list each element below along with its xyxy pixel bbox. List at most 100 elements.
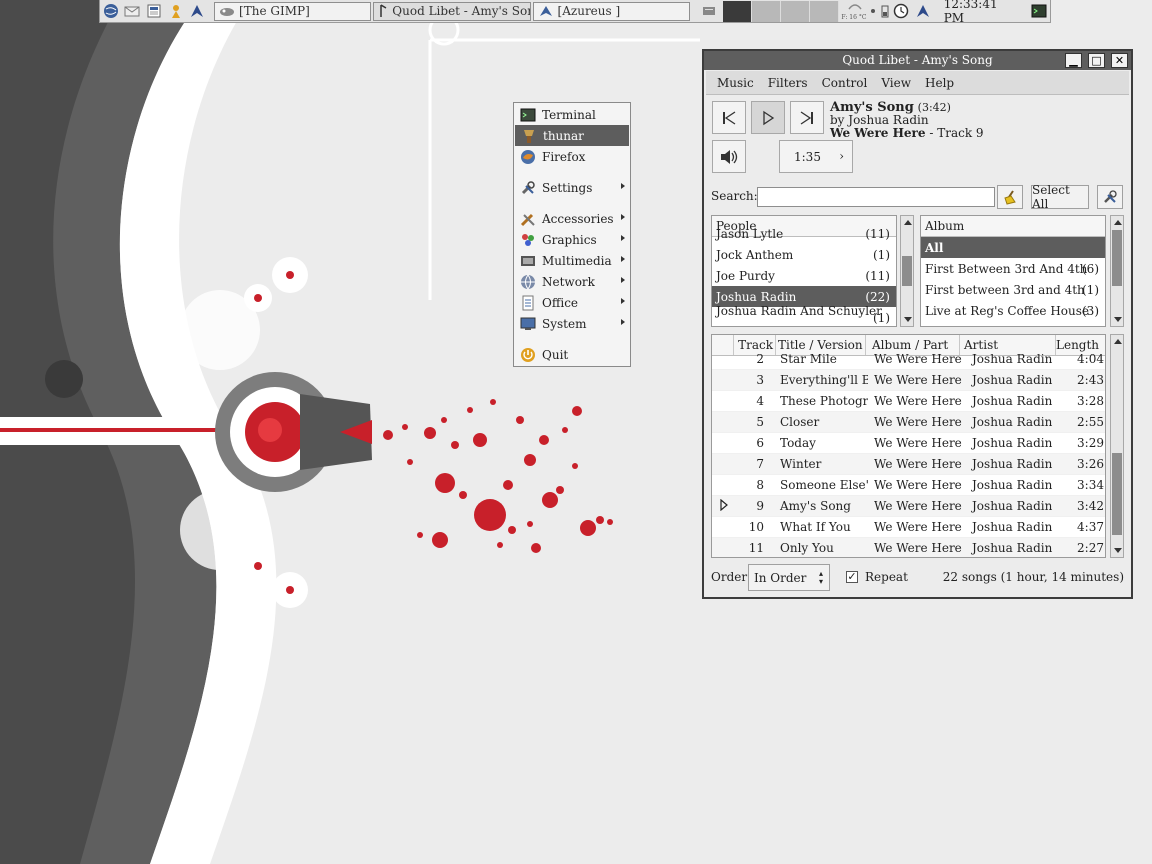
workspace-pager[interactable] [723, 0, 840, 22]
menu-control[interactable]: Control [822, 76, 868, 90]
previous-button[interactable] [712, 101, 746, 134]
menu-item-system[interactable]: System [514, 313, 630, 334]
volume-button[interactable] [712, 140, 746, 173]
close-button[interactable]: ✕ [1111, 53, 1128, 68]
menu-item-label: Accessories [542, 211, 614, 226]
table-row[interactable]: 8 Someone Else'... We Were Here Joshua Radi… [712, 475, 1105, 496]
minimize-button[interactable]: ▁ [1065, 53, 1082, 68]
tray-clock-app[interactable] [891, 0, 913, 22]
track-title: What If You [780, 520, 851, 534]
messenger-launcher[interactable] [165, 0, 187, 22]
firefox-icon [521, 149, 535, 164]
table-row[interactable]: 11 Only You We Were Here Joshua Radin 2:27 [712, 538, 1105, 557]
spinner-arrows-icon: ▴ ▾ [818, 569, 823, 586]
person-name: Jason Lytle [716, 226, 784, 241]
menu-item-office[interactable]: Office [514, 292, 630, 313]
web-browser-launcher[interactable] [100, 0, 122, 22]
table-row[interactable]: 7 Winter We Were Here Joshua Radin 3:26 [712, 454, 1105, 475]
menu-item-settings[interactable]: Settings [514, 177, 630, 198]
cpu-temp-label: F: 16 °C [841, 14, 867, 21]
list-item[interactable]: Joe Purdy (11) [712, 265, 896, 286]
task-gimp[interactable]: [The GIMP] [214, 1, 372, 21]
play-button[interactable] [751, 101, 785, 134]
list-item[interactable]: Live at Reg's Coffee House (3) [921, 300, 1105, 321]
table-row-playing[interactable]: 9 Amy's Song We Were Here Joshua Radin 3:42 [712, 496, 1105, 517]
repeat-label[interactable]: Repeat [865, 570, 908, 584]
album-column-header[interactable]: Album [921, 216, 1105, 237]
menu-view[interactable]: View [881, 76, 911, 90]
workspace-1[interactable] [723, 0, 753, 22]
table-row[interactable]: 2 Star Mile We Were Here Joshua Radin 4:04 [712, 349, 1105, 370]
position-button[interactable]: 1:35 › [779, 140, 853, 173]
gimp-icon [220, 8, 235, 16]
window-titlebar[interactable]: Quod Libet - Amy's Song ▁ □ ✕ [704, 51, 1131, 70]
track-length: 3:29 [1077, 436, 1104, 450]
tray-azureus[interactable] [912, 0, 934, 22]
track-title: Only You [780, 541, 834, 555]
maximize-button[interactable]: □ [1088, 53, 1105, 68]
table-row[interactable]: 3 Everything'll B... We Were Here Joshua Ra… [712, 370, 1105, 391]
list-item[interactable]: First Between 3rd And 4th (6) [921, 258, 1105, 279]
tray-window-list[interactable] [698, 0, 720, 22]
panel-clock[interactable]: 12:33:41 PM [944, 0, 1021, 25]
album-name: First between 3rd and 4th [925, 282, 1085, 297]
song-list-scrollbar[interactable] [1110, 334, 1124, 558]
menu-item-label: Settings [542, 180, 593, 195]
search-input[interactable] [757, 187, 995, 207]
select-all-button[interactable]: Select All [1031, 183, 1089, 211]
workspace-4[interactable] [810, 0, 840, 22]
menu-item-label: Office [542, 295, 579, 310]
task-quodlibet[interactable]: Quod Libet - Amy's Song [373, 1, 531, 21]
menu-item-network[interactable]: Network [514, 271, 630, 292]
track-album: We Were Here [874, 373, 962, 387]
order-select[interactable]: In Order ▴ ▾ [748, 564, 830, 591]
scrollbar-thumb[interactable] [1112, 453, 1122, 535]
track-length: 3:34 [1077, 478, 1104, 492]
table-row[interactable]: 4 These Photogr... We Were Here Joshua Radi… [712, 391, 1105, 412]
clear-search-button[interactable] [997, 185, 1023, 209]
menu-item-graphics[interactable]: Graphics [514, 229, 630, 250]
office-icon [522, 295, 534, 310]
list-item[interactable]: First between 3rd and 4th (1) [921, 279, 1105, 300]
menu-item-thunar[interactable]: thunar [515, 125, 629, 146]
menu-item-multimedia[interactable]: Multimedia [514, 250, 630, 271]
repeat-checkbox[interactable]: ✓ [846, 571, 858, 583]
person-name: Joe Purdy [716, 268, 775, 283]
list-item[interactable]: Jock Anthem (1) [712, 244, 896, 265]
table-row[interactable]: 6 Today We Were Here Joshua Radin 3:29 [712, 433, 1105, 454]
volume-icon [721, 149, 738, 164]
workspace-3[interactable] [781, 0, 811, 22]
menu-help[interactable]: Help [925, 76, 954, 90]
system-icon [520, 317, 536, 330]
news-launcher[interactable] [143, 0, 165, 22]
song-list: Track Title / Version Album / Part Artis… [711, 334, 1106, 558]
track-artist: Joshua Radin [972, 541, 1053, 555]
people-scrollbar[interactable] [900, 215, 914, 327]
menu-item-firefox[interactable]: Firefox [514, 146, 630, 167]
task-azureus[interactable]: [Azureus ] [532, 1, 690, 21]
torrent-launcher[interactable] [186, 0, 208, 22]
list-item[interactable]: Joshua Radin And Schuyler ... (1) [712, 304, 896, 327]
track-length: 4:04 [1077, 352, 1104, 366]
list-item[interactable]: Jason Lytle (11) [712, 223, 896, 244]
mail-launcher[interactable] [122, 0, 144, 22]
menu-filters[interactable]: Filters [768, 76, 808, 90]
table-row[interactable]: 10 What If You We Were Here Joshua Radin 4:3… [712, 517, 1105, 538]
tray-terminal[interactable] [1028, 0, 1050, 22]
scrollbar-thumb[interactable] [902, 256, 912, 286]
cpu-temp-monitor: F: 16 °C [841, 0, 867, 22]
album-scrollbar[interactable] [1110, 215, 1124, 327]
menu-item-terminal[interactable]: Terminal [514, 104, 630, 125]
table-row[interactable]: 5 Closer We Were Here Joshua Radin 2:55 [712, 412, 1105, 433]
song-track: - Track 9 [925, 126, 984, 140]
scrollbar-thumb[interactable] [1112, 230, 1122, 286]
menu-item-quit[interactable]: Quit [514, 344, 630, 365]
workspace-2[interactable] [752, 0, 782, 22]
next-button[interactable] [790, 101, 824, 134]
list-item-selected[interactable]: All [921, 237, 1105, 258]
browser-prefs-button[interactable] [1097, 185, 1123, 209]
person-count: (22) [865, 289, 890, 304]
menu-item-accessories[interactable]: Accessories [514, 208, 630, 229]
menu-music[interactable]: Music [717, 76, 754, 90]
track-album: We Were Here [874, 499, 962, 513]
